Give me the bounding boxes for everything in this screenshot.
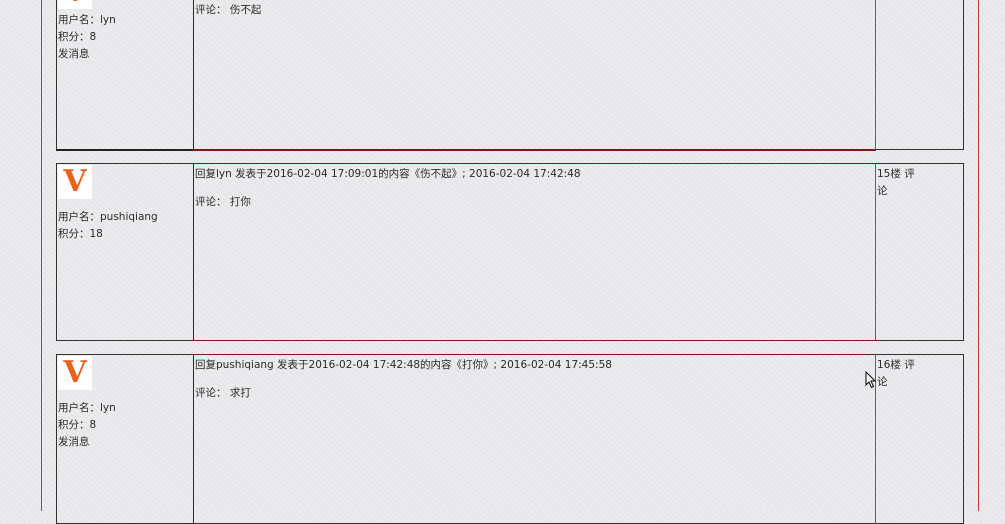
reply-header: 回复pushiqiang 发表于2016-02-04 17:42:48的内容《打…	[195, 359, 612, 371]
avatar[interactable]: V	[58, 356, 92, 390]
forum-post: V 用户名：pushiqiang 积分：18 回复lyn 发表于2016-02-…	[56, 163, 964, 341]
send-message-link[interactable]: 发消息	[58, 434, 116, 451]
user-info: 用户名：lyn 积分：8 发消息	[58, 400, 116, 451]
post-meta: 15楼 评论	[875, 163, 964, 341]
post-meta: 论	[875, 0, 964, 150]
user-score: 积分：8	[58, 31, 97, 43]
mouse-cursor-icon	[865, 371, 877, 389]
user-panel: V 用户名：lyn 积分：8 发消息	[56, 354, 194, 524]
user-score: 积分：18	[58, 228, 103, 240]
comment-text: 评论： 伤不起	[195, 4, 262, 16]
user-panel: V 用户名：lyn 积分：8 发消息	[56, 0, 194, 151]
comment-text: 评论： 打你	[195, 196, 251, 208]
user-panel: V 用户名：pushiqiang 积分：18	[56, 163, 194, 341]
user-score: 积分：8	[58, 419, 97, 431]
username: 用户名：lyn	[58, 402, 116, 414]
forum-post: V 用户名：lyn 积分：8 发消息 回复pushiqiang 发表于2016-…	[56, 354, 964, 524]
floor-number: 15楼	[877, 168, 901, 180]
avatar-letter: V	[63, 355, 87, 390]
avatar-letter: V	[63, 0, 86, 7]
username: 用户名：lyn	[58, 14, 116, 26]
floor-number: 16楼	[877, 359, 901, 371]
username: 用户名：pushiqiang	[58, 211, 158, 223]
comment-text: 评论： 求打	[195, 387, 251, 399]
post-meta-text: 15楼 评论	[877, 166, 921, 200]
avatar[interactable]: V	[58, 0, 92, 9]
post-content: 评论： 伤不起	[193, 0, 876, 151]
post-content: 回复pushiqiang 发表于2016-02-04 17:42:48的内容《打…	[193, 354, 876, 524]
forum-post: V 用户名：lyn 积分：8 发消息 评论： 伤不起 论	[56, 0, 964, 151]
avatar[interactable]: V	[58, 165, 92, 199]
post-meta: 16楼 评论	[875, 354, 964, 524]
page-frame-left-border	[41, 0, 42, 511]
user-info: 用户名：pushiqiang 积分：18	[58, 209, 158, 243]
send-message-link[interactable]: 发消息	[58, 46, 116, 63]
post-content: 回复lyn 发表于2016-02-04 17:09:01的内容《伤不起》; 20…	[193, 163, 876, 341]
user-info: 用户名：lyn 积分：8 发消息	[58, 12, 116, 63]
reply-header: 回复lyn 发表于2016-02-04 17:09:01的内容《伤不起》; 20…	[195, 168, 581, 180]
page-frame-right-border	[978, 0, 979, 511]
post-meta-text: 论	[877, 0, 921, 2]
avatar-letter: V	[63, 164, 87, 199]
post-meta-text: 16楼 评论	[877, 357, 921, 391]
